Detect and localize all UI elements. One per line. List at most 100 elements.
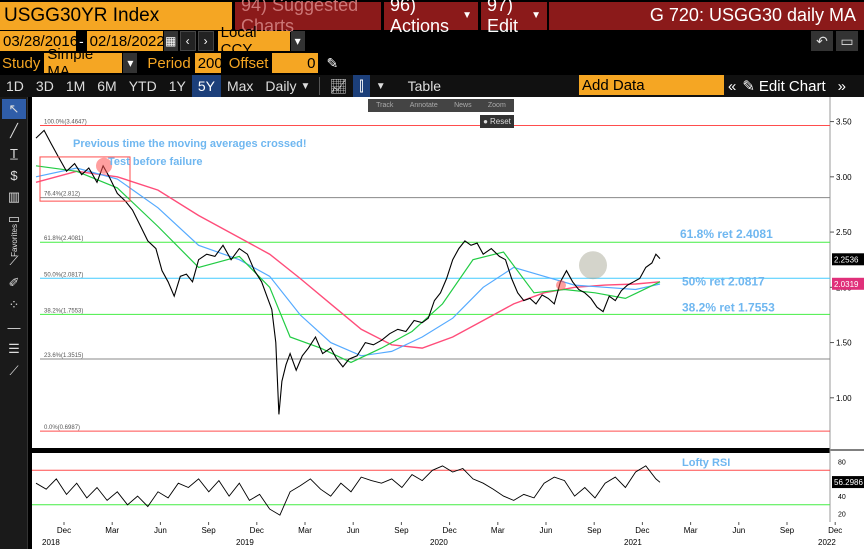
multi-line-icon[interactable]: ☰ <box>2 339 26 359</box>
price-tag-label: 2.2536 <box>834 255 859 264</box>
cursor-icon[interactable]: ↖ <box>2 99 26 119</box>
chevron-down-icon: ▼ <box>300 80 311 92</box>
marker-circle-red <box>556 280 566 291</box>
month-tick-label: Dec <box>828 526 842 535</box>
chevron-left-icon[interactable]: ‹ <box>179 31 196 51</box>
draw-icon[interactable]: ✐ <box>2 273 26 293</box>
currency-tool-icon[interactable]: $ <box>2 165 26 185</box>
month-tick-label: Mar <box>298 526 312 535</box>
date-range-bar: 03/28/2016 - 02/18/2022 ▦ ‹ › Local CCY … <box>0 24 864 58</box>
price-tick-label: 3.00 <box>836 173 852 182</box>
scatter-icon[interactable]: ⁘ <box>2 295 26 315</box>
price-tick-label: 1.00 <box>836 394 852 403</box>
double-chevron-left-icon: « <box>728 77 737 95</box>
fib-icon[interactable]: ⟋ <box>2 361 26 381</box>
month-tick-label: Sep <box>780 526 795 535</box>
rsi-tick-label: 20 <box>838 511 846 518</box>
period-1d[interactable]: 1D <box>0 75 30 97</box>
float-tool-zoom[interactable]: Zoom <box>488 102 506 109</box>
month-tick-label: Sep <box>201 526 216 535</box>
month-tick-label: Jun <box>154 526 167 535</box>
annotation-test: Test before failure <box>108 156 203 168</box>
actions-menu[interactable]: 96) Actions ▼ <box>384 0 478 36</box>
price-tick-label: 3.50 <box>836 118 852 127</box>
price-tag-label: 2.0319 <box>834 280 859 289</box>
table-button[interactable]: Table <box>402 75 447 97</box>
annotation-rsi: Lofty RSI <box>682 457 730 469</box>
pencil-icon: ✎ <box>742 78 755 95</box>
period-field[interactable]: 200 <box>194 53 223 73</box>
double-chevron-right-icon[interactable]: » <box>838 78 846 95</box>
chart-title: G 720: USGG30 daily MA <box>549 1 864 30</box>
year-tick-label: 2020 <box>430 538 448 547</box>
month-tick-label: Jun <box>540 526 553 535</box>
price-tick-label: 2.50 <box>836 228 852 237</box>
fib-label: 23.6%(1.3515) <box>44 353 83 359</box>
reset-button[interactable]: ● Reset <box>480 115 514 128</box>
frequency-dropdown[interactable]: Daily ▼ <box>259 75 316 97</box>
line-tool-icon[interactable]: ╱ <box>2 121 26 141</box>
undo-icon[interactable]: ↶ <box>811 31 833 51</box>
chevron-down-icon: ▼ <box>531 10 541 21</box>
chevron-down-icon[interactable]: ▾ <box>123 53 138 73</box>
pencil-icon[interactable]: ✎ <box>326 55 338 72</box>
annotation-fib382: 38.2% ret 1.7553 <box>682 300 775 314</box>
chevron-down-icon[interactable]: ▼ <box>370 75 392 97</box>
fib-label: 61.8%(2.4081) <box>44 236 83 242</box>
study-type-field[interactable]: Simple MA <box>44 46 123 80</box>
currency-field[interactable]: Local CCY <box>217 24 290 58</box>
hline-icon[interactable]: — <box>2 317 26 337</box>
frequency-label: Daily <box>265 78 297 94</box>
period-label: Period <box>147 54 191 72</box>
calendar-icon[interactable]: ▦ <box>163 31 178 51</box>
fib-label: 0.0%(0.6987) <box>44 425 80 431</box>
reset-label: Reset <box>489 117 511 126</box>
period-buttons: 1D 3D 1M 6M YTD 1Y 5Y Max <box>0 75 259 97</box>
add-data-input[interactable]: Add Data <box>579 75 724 95</box>
header-bar: USGG30YR Index 94) Suggested Charts 96) … <box>0 0 864 36</box>
window-icon[interactable]: ▭ <box>836 31 858 51</box>
annotation-crossed: Previous time the moving averages crosse… <box>73 138 307 150</box>
fib-label: 38.2%(1.7553) <box>44 308 83 314</box>
month-tick-label: Dec <box>57 526 71 535</box>
column-tool-icon[interactable]: ▥ <box>2 187 26 207</box>
chevron-down-icon[interactable]: ▾ <box>290 31 305 51</box>
period-ytd[interactable]: YTD <box>123 75 163 97</box>
annotation-fib50: 50% ret 2.0817 <box>682 274 765 288</box>
month-tick-label: Mar <box>684 526 698 535</box>
rsi-tick-label: 40 <box>838 494 846 501</box>
month-tick-label: Dec <box>635 526 649 535</box>
edit-menu[interactable]: 97) Edit ▼ <box>481 0 547 36</box>
period-1m[interactable]: 1M <box>60 75 91 97</box>
ticker-field[interactable]: USGG30YR Index <box>0 1 232 30</box>
favorites-tab[interactable]: Favorites <box>2 224 26 257</box>
period-max[interactable]: Max <box>221 75 259 97</box>
chart-area[interactable]: 3.503.002.502.001.501.00100.0%(3.4647)76… <box>0 97 864 549</box>
month-tick-label: Dec <box>442 526 456 535</box>
offset-field[interactable]: 0 <box>272 53 319 73</box>
period-6m[interactable]: 6M <box>91 75 122 97</box>
chart-float-toolbar: Track Annotate News Zoom <box>368 99 514 112</box>
chevron-right-icon[interactable]: › <box>197 31 214 51</box>
bar-chart-icon[interactable]: ⫿ <box>353 75 370 97</box>
period-5y[interactable]: 5Y <box>191 75 221 97</box>
text-tool-icon[interactable]: T̲ <box>2 143 26 163</box>
rsi-tick-label: 80 <box>838 460 846 467</box>
period-1y[interactable]: 1Y <box>163 75 192 97</box>
year-tick-label: 2019 <box>236 538 254 547</box>
float-tool-news[interactable]: News <box>454 102 472 109</box>
month-tick-label: Sep <box>587 526 602 535</box>
line-chart-icon[interactable]: 📈︎ <box>323 75 353 97</box>
offset-label: Offset <box>228 54 269 72</box>
float-tool-annotate[interactable]: Annotate <box>410 102 438 109</box>
price-tick-label: 1.50 <box>836 339 852 348</box>
month-tick-label: Mar <box>105 526 119 535</box>
float-tool-track[interactable]: Track <box>376 102 393 109</box>
rsi-tag-label: 56.2986 <box>834 478 863 487</box>
month-tick-label: Mar <box>491 526 505 535</box>
reset-icon: ● <box>483 117 488 126</box>
month-tick-label: Dec <box>250 526 264 535</box>
offset-value: 0 <box>307 54 316 72</box>
edit-chart-button[interactable]: « ✎ Edit Chart » <box>728 75 846 97</box>
period-3d[interactable]: 3D <box>30 75 60 97</box>
